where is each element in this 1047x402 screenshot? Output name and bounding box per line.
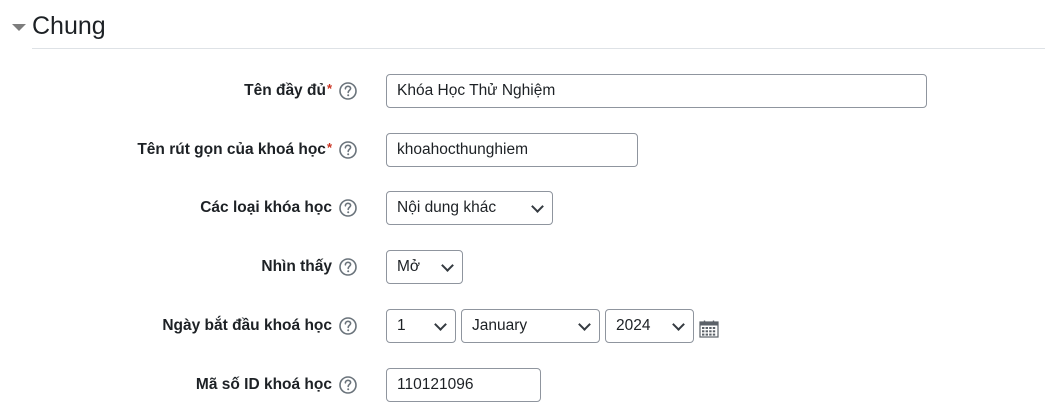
form-row-fullname: Tên đầy đủ * (0, 74, 1047, 108)
help-question-icon[interactable] (338, 81, 358, 101)
day-selected-value: 1 (397, 317, 406, 334)
startdate-label-wrap: Ngày bắt đầu khoá học (162, 309, 332, 343)
startdate-label: Ngày bắt đầu khoá học (162, 317, 332, 334)
chevron-down-icon (531, 199, 544, 213)
shortname-label-wrap: Tên rút gọn của khoá học * (137, 133, 332, 167)
help-question-icon[interactable] (338, 316, 358, 336)
section-title: Chung (32, 11, 106, 40)
chevron-down-icon (672, 317, 685, 331)
visibility-label-wrap: Nhìn thấy (261, 250, 332, 284)
shortname-label: Tên rút gọn của khoá học (137, 141, 326, 158)
fullname-input[interactable] (386, 74, 927, 108)
section-divider (32, 48, 1045, 49)
caret-down-icon (12, 23, 26, 31)
fullname-label-wrap: Tên đầy đủ * (244, 74, 332, 108)
form-row-category: Các loại khóa học Nội dung khác (0, 191, 1047, 225)
month-selected-value: January (472, 317, 528, 334)
startdate-day-select[interactable]: 1 (386, 309, 456, 343)
shortname-input[interactable] (386, 133, 638, 167)
help-question-icon[interactable] (338, 257, 358, 277)
chevron-down-icon (578, 317, 591, 331)
visibility-label: Nhìn thấy (261, 258, 332, 275)
fullname-label: Tên đầy đủ (244, 82, 326, 99)
help-question-icon[interactable] (338, 140, 358, 160)
chevron-down-icon (434, 317, 447, 331)
category-label-wrap: Các loại khóa học (200, 191, 332, 225)
help-question-icon[interactable] (338, 198, 358, 218)
visibility-selected-value: Mở (397, 258, 421, 275)
section-toggle-general[interactable]: Chung (12, 8, 106, 44)
form-row-startdate: Ngày bắt đầu khoá học 1 January 2024 (0, 309, 1047, 343)
category-selected-value: Nội dung khác (397, 199, 497, 216)
help-question-icon[interactable] (338, 375, 358, 395)
calendar-icon[interactable] (699, 320, 719, 338)
idnumber-label: Mã số ID khoá học (195, 376, 332, 393)
startdate-month-select[interactable]: January (461, 309, 600, 343)
required-mark: * (326, 80, 332, 96)
startdate-year-select[interactable]: 2024 (605, 309, 694, 343)
form-row-shortname: Tên rút gọn của khoá học * (0, 133, 1047, 167)
visibility-select[interactable]: Mở (386, 250, 463, 284)
form-row-visibility: Nhìn thấy Mở (0, 250, 1047, 284)
category-label: Các loại khóa học (200, 199, 332, 216)
chevron-down-icon (441, 258, 454, 272)
year-selected-value: 2024 (616, 317, 651, 334)
category-select[interactable]: Nội dung khác (386, 191, 553, 225)
required-mark: * (326, 139, 332, 155)
